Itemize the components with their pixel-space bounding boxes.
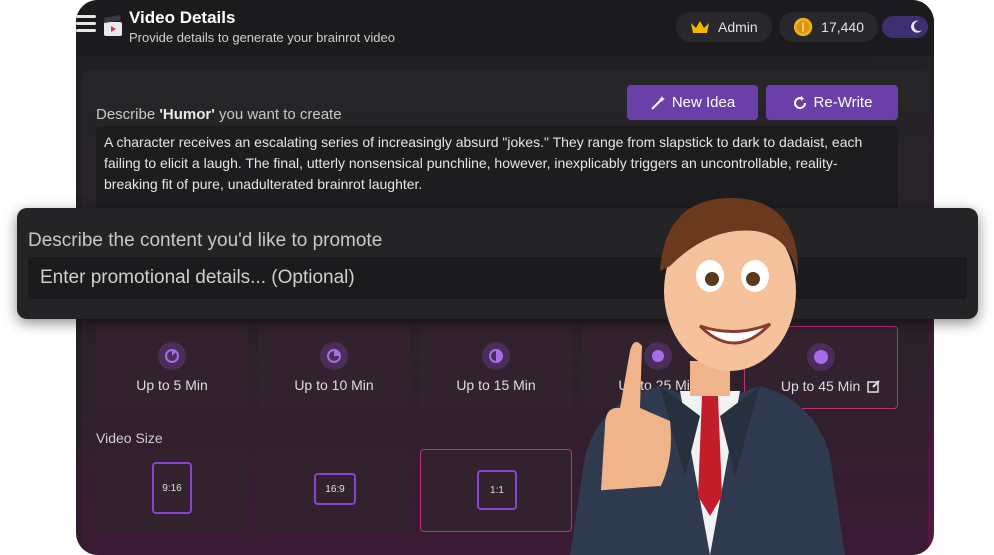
magic-wand-icon bbox=[651, 95, 665, 110]
coin-icon bbox=[793, 17, 813, 37]
new-idea-button[interactable]: New Idea bbox=[627, 85, 758, 120]
page-title: Video Details bbox=[129, 8, 236, 27]
duration-option[interactable]: Up to 10 Min bbox=[258, 326, 410, 409]
video-size-label: Video Size bbox=[96, 430, 163, 446]
size-option[interactable]: 9:16 bbox=[96, 449, 248, 532]
timer-icon bbox=[320, 342, 348, 370]
clapperboard-icon bbox=[104, 15, 122, 36]
crown-icon bbox=[691, 21, 709, 33]
duration-option[interactable]: Up to 15 Min bbox=[420, 326, 572, 409]
size-option-selected[interactable]: 1:1 bbox=[420, 449, 572, 532]
timer-icon bbox=[482, 342, 510, 370]
admin-badge[interactable]: Admin bbox=[676, 12, 772, 42]
timer-icon bbox=[158, 342, 186, 370]
credits-badge[interactable]: 17,440 bbox=[779, 12, 878, 42]
describe-label: Describe 'Humor' you want to create bbox=[96, 106, 342, 123]
edit-icon[interactable] bbox=[867, 379, 881, 393]
moon-icon bbox=[911, 20, 922, 33]
credits-count: 17,440 bbox=[821, 19, 864, 35]
size-option[interactable]: 16:9 bbox=[258, 449, 410, 532]
refresh-icon bbox=[793, 95, 806, 109]
cartoon-businessman-thumbs-up bbox=[570, 197, 845, 555]
admin-label: Admin bbox=[718, 19, 758, 35]
menu-icon[interactable] bbox=[76, 15, 96, 33]
header-bar: Video Details Provide details to generat… bbox=[76, 0, 934, 56]
promote-label: Describe the content you'd like to promo… bbox=[28, 230, 383, 251]
duration-option[interactable]: Up to 5 Min bbox=[96, 326, 248, 409]
theme-toggle[interactable] bbox=[882, 16, 928, 38]
page-subtitle: Provide details to generate your brainro… bbox=[129, 30, 395, 45]
rewrite-button[interactable]: Re-Write bbox=[766, 85, 898, 120]
